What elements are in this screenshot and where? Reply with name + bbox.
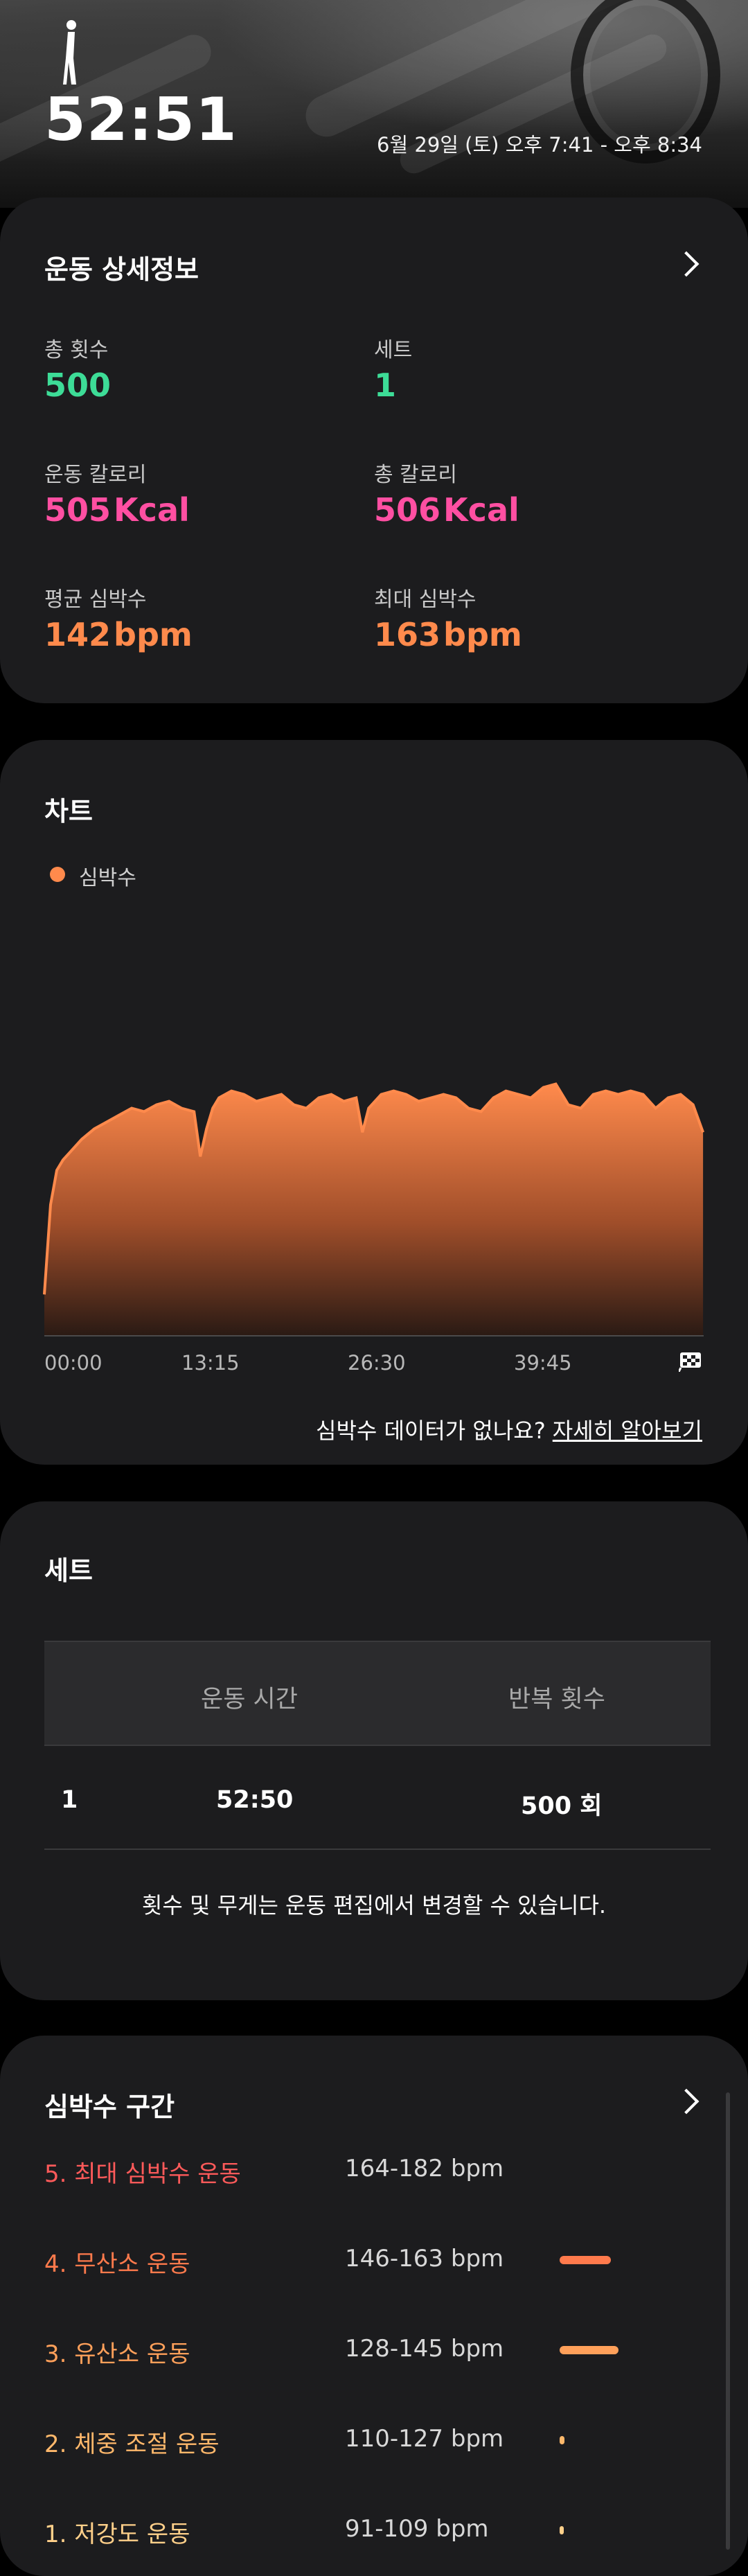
finish-flag-icon <box>679 1352 701 1372</box>
set-row-time: 52:50 <box>216 1786 294 1814</box>
hr-zone-range: 164-182 bpm <box>345 2155 504 2182</box>
scrollbar[interactable] <box>726 2092 730 2550</box>
missing-hr-data-text: 심박수 데이터가 없나요? <box>316 1418 546 1444</box>
hr-zone-label: 3. 유산소 운동 <box>44 2340 190 2368</box>
column-header-time: 운동 시간 <box>201 1686 298 1713</box>
hr-zone-label: 1. 저강도 운동 <box>44 2521 190 2548</box>
hr-zone-label: 4. 무산소 운동 <box>44 2250 190 2278</box>
learn-more-link[interactable]: 자세히 알아보기 <box>553 1418 702 1444</box>
hr-zone-label: 5. 최대 심박수 운동 <box>44 2160 241 2188</box>
x-tick-label: 26:30 <box>348 1351 406 1375</box>
hr-zone-range: 128-145 bpm <box>345 2335 504 2363</box>
hr-zone-bar <box>560 2526 564 2534</box>
sets-title: 세트 <box>44 1555 93 1586</box>
hr-zones-title: 심박수 구간 <box>44 2092 175 2122</box>
set-row-divider <box>44 1849 711 1850</box>
heart-rate-chart <box>43 1082 704 1336</box>
hr-zone-label: 2. 체중 조절 운동 <box>44 2431 220 2458</box>
sets-table-header: 운동 시간 반복 횟수 <box>44 1641 711 1746</box>
missing-hr-data-row: 심박수 데이터가 없나요? 자세히 알아보기 <box>316 1413 702 1445</box>
hr-zone-range: 91-109 bpm <box>345 2515 489 2543</box>
hr-zone-range: 110-127 bpm <box>345 2425 504 2453</box>
set-row-reps: 500 회 <box>521 1792 603 1820</box>
x-tick-label: 13:15 <box>181 1351 240 1375</box>
sets-edit-note: 횟수 및 무게는 운동 편집에서 변경할 수 있습니다. <box>141 1892 607 1918</box>
column-header-reps: 반복 횟수 <box>508 1686 605 1713</box>
x-tick-label: 00:00 <box>44 1351 103 1375</box>
set-row-index: 1 <box>61 1786 78 1814</box>
hr-zone-bar <box>560 2436 564 2444</box>
x-tick-label: 39:45 <box>514 1351 572 1375</box>
hr-zone-range: 146-163 bpm <box>345 2245 504 2273</box>
hr-zone-bar <box>560 2256 611 2264</box>
sets-card <box>0 1501 748 2000</box>
hr-series-area-0 <box>44 1084 704 1336</box>
hr-zone-bar <box>560 2346 618 2354</box>
